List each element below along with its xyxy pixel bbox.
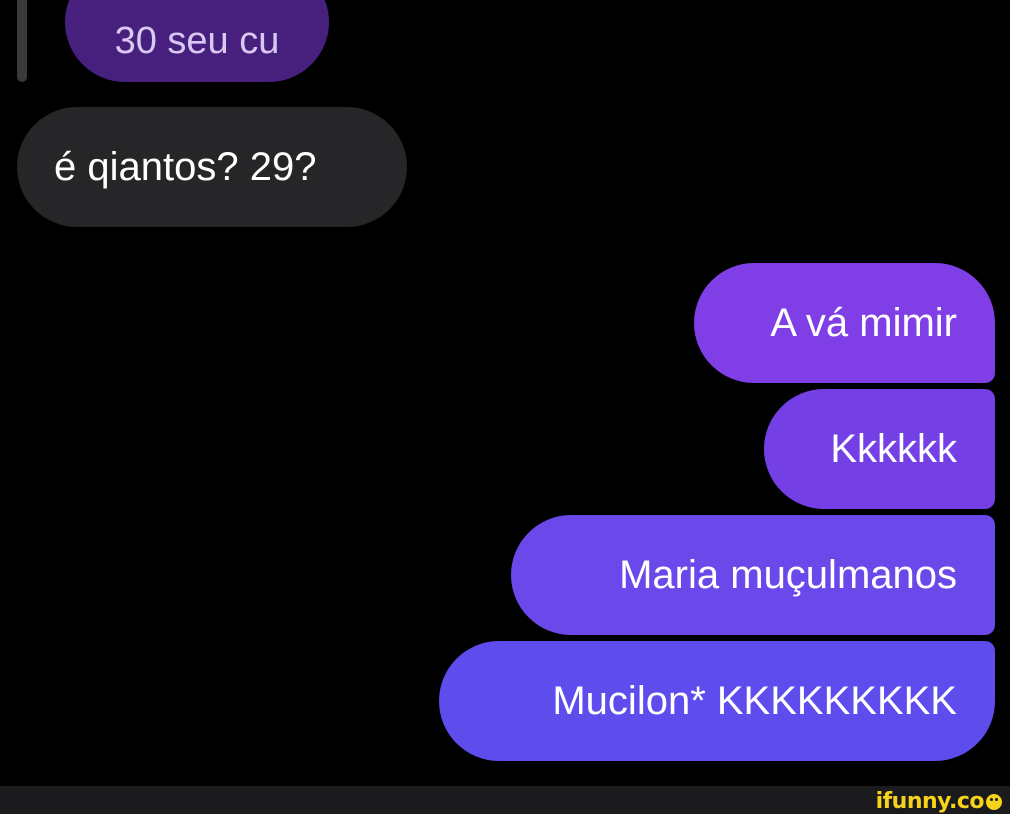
- sent-message-text: Kkkkkk: [830, 426, 957, 471]
- sent-message-text: A vá mimir: [770, 300, 957, 345]
- chat-thread: 30 seu cu é qiantos? 29? A vá mimir Kkkk…: [0, 0, 1010, 786]
- sent-message-bubble[interactable]: Mucilon* KKKKKKKKK: [439, 641, 995, 761]
- sent-message-bubble[interactable]: A vá mimir: [694, 263, 995, 383]
- smiley-icon: [986, 793, 1002, 810]
- quoted-message-bubble[interactable]: 30 seu cu: [65, 0, 329, 82]
- sent-message-bubble[interactable]: Maria muçulmanos: [511, 515, 995, 635]
- received-message-text: é qiantos? 29?: [54, 144, 317, 189]
- reply-indicator-bar: [17, 0, 27, 82]
- ifunny-watermark: ifunny.co: [876, 789, 1002, 814]
- sent-message-bubble[interactable]: Kkkkkk: [764, 389, 995, 509]
- sent-message-text: Mucilon* KKKKKKKKK: [552, 678, 957, 723]
- quoted-message-text: 30 seu cu: [114, 19, 280, 62]
- received-message-bubble[interactable]: é qiantos? 29?: [17, 107, 407, 227]
- watermark-footer: [0, 786, 1010, 814]
- watermark-text: ifunny.co: [875, 789, 985, 814]
- sent-message-text: Maria muçulmanos: [619, 552, 957, 597]
